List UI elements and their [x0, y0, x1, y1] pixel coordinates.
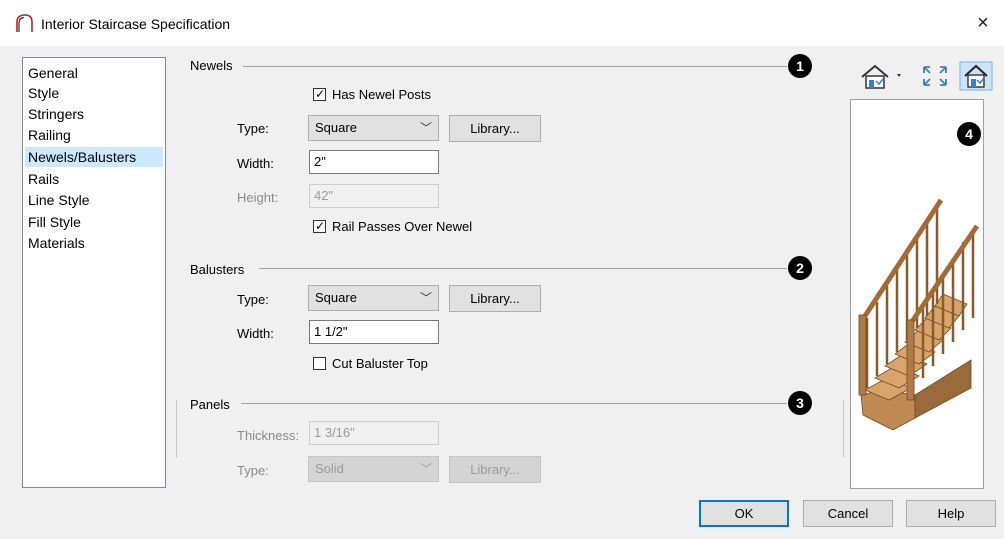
- panel-thickness-input: 1 3/16": [309, 421, 439, 445]
- nav-item-line-style[interactable]: Line Style: [25, 190, 163, 210]
- newel-type-select[interactable]: Square ﹀: [308, 115, 439, 141]
- preview-pane[interactable]: 4: [850, 99, 984, 489]
- panels-divider: [241, 403, 787, 404]
- baluster-width-input[interactable]: 1 1/2": [309, 320, 439, 344]
- newels-heading: Newels: [190, 58, 233, 73]
- cut-baluster-top-label: Cut Baluster Top: [332, 356, 428, 371]
- chevron-down-icon: ﹀: [419, 462, 432, 476]
- baluster-type-value: Square: [315, 290, 357, 305]
- nav-item-stringers[interactable]: Stringers: [25, 104, 163, 124]
- staircase-preview-image: [858, 198, 980, 430]
- material-view-button[interactable]: [959, 61, 993, 91]
- has-newel-posts-label: Has Newel Posts: [332, 87, 431, 102]
- callout-badge-1: 1: [788, 54, 812, 78]
- panel-type-label: Type:: [237, 463, 269, 478]
- panel-library-button: Library...: [449, 456, 541, 483]
- nav-item-rails[interactable]: Rails: [25, 169, 163, 189]
- close-icon[interactable]: ×: [971, 12, 995, 34]
- nav-item-style[interactable]: Style: [25, 83, 163, 103]
- ok-button[interactable]: OK: [699, 500, 789, 527]
- chevron-down-icon: ﹀: [419, 291, 432, 305]
- panel-thickness-label: Thickness:: [237, 428, 300, 443]
- nav-item-railing[interactable]: Railing: [25, 125, 163, 145]
- panels-right-bracket: [843, 400, 844, 458]
- chevron-down-icon: ﹀: [419, 121, 432, 135]
- baluster-type-select[interactable]: Square ﹀: [308, 285, 439, 311]
- baluster-width-label: Width:: [237, 326, 274, 341]
- camera-view-button[interactable]: [859, 61, 909, 91]
- callout-badge-4: 4: [957, 122, 981, 146]
- panels-left-bracket: [176, 400, 177, 458]
- material-view-icon: [959, 61, 993, 91]
- check-icon: ✓: [315, 87, 326, 101]
- callout-badge-3: 3: [788, 391, 812, 415]
- has-newel-posts-checkbox[interactable]: ✓: [313, 87, 326, 101]
- rail-passes-over-newel-label: Rail Passes Over Newel: [332, 219, 473, 234]
- fill-window-icon: [923, 66, 947, 86]
- newel-type-label: Type:: [237, 121, 269, 136]
- rail-passes-over-newel-checkbox[interactable]: ✓: [313, 219, 326, 233]
- newel-height-label: Height:: [237, 190, 279, 205]
- fill-window-button[interactable]: [918, 61, 952, 91]
- panel-type-select: Solid ﹀: [308, 456, 439, 482]
- newel-library-button[interactable]: Library...: [449, 115, 541, 142]
- panels-heading: Panels: [190, 397, 230, 412]
- nav-item-materials[interactable]: Materials: [25, 233, 163, 253]
- balusters-heading: Balusters: [190, 262, 245, 277]
- callout-badge-2: 2: [788, 256, 812, 280]
- baluster-library-button[interactable]: Library...: [449, 285, 541, 312]
- balusters-divider: [259, 268, 787, 269]
- newel-type-value: Square: [315, 120, 357, 135]
- nav-item-fill-style[interactable]: Fill Style: [25, 212, 163, 232]
- category-list[interactable]: General Style Stringers Railing Newels/B…: [22, 57, 166, 488]
- help-button[interactable]: Help: [906, 500, 996, 527]
- camera-view-icon: [861, 64, 901, 89]
- nav-item-newels-balusters[interactable]: Newels/Balusters: [25, 147, 163, 167]
- nav-item-general[interactable]: General: [25, 63, 163, 83]
- app-arch-icon: [16, 14, 33, 32]
- baluster-type-label: Type:: [237, 292, 269, 307]
- cut-baluster-top-checkbox[interactable]: [313, 357, 326, 370]
- window-title: Interior Staircase Specification: [41, 16, 231, 32]
- title-bar: Interior Staircase Specification ×: [0, 0, 1004, 46]
- newel-height-input: 42": [309, 184, 439, 208]
- panel-type-value: Solid: [315, 461, 344, 476]
- newel-width-input[interactable]: 2": [309, 150, 439, 174]
- newel-width-label: Width:: [237, 156, 274, 171]
- newels-divider: [243, 66, 787, 67]
- cancel-button[interactable]: Cancel: [803, 500, 893, 527]
- check-icon: ✓: [315, 219, 326, 233]
